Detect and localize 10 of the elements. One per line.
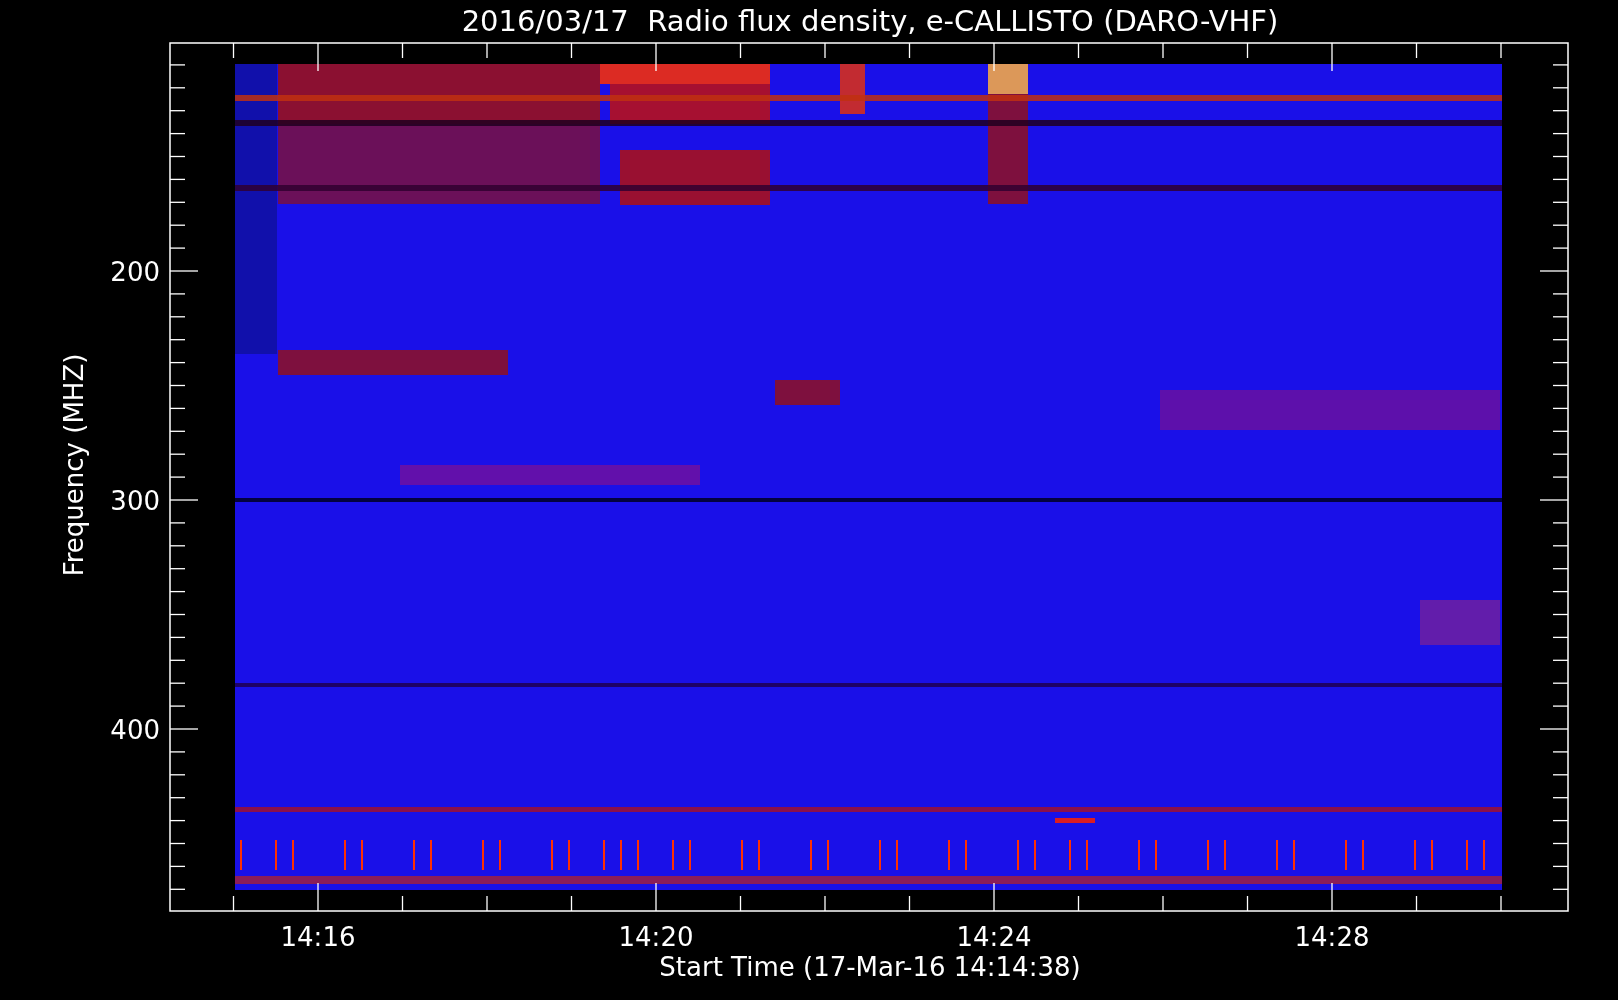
- x-tick-label: 14:16: [280, 922, 356, 952]
- chart-title: 2016/03/17 Radio flux density, e-CALLISTO (DARO-VHF): [461, 4, 1279, 38]
- y-tick-label: 300: [110, 486, 160, 516]
- y-tick-label: 200: [110, 257, 160, 287]
- y-axis-label: Frequency (MHZ): [59, 353, 89, 577]
- x-tick-label: 14:28: [1294, 922, 1370, 952]
- x-axis-label: Start Time (17-Mar-16 14:14:38): [659, 952, 1081, 982]
- y-tick-label: 400: [110, 715, 160, 745]
- x-tick-label: 14:20: [618, 922, 694, 952]
- x-tick-label: 14:24: [956, 922, 1032, 952]
